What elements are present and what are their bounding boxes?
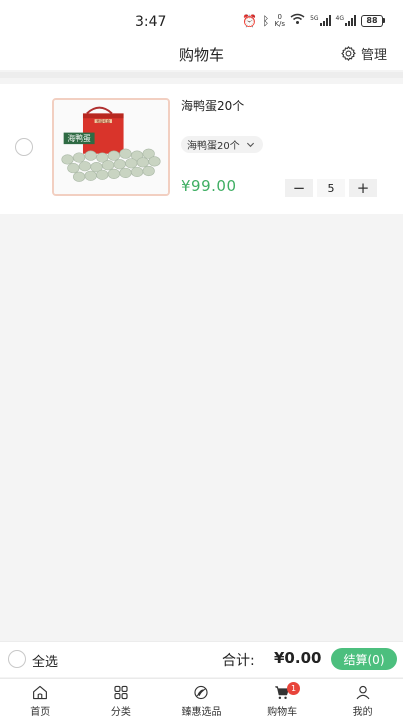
product-image[interactable]: 精品礼盒 海鸭蛋	[52, 98, 170, 196]
home-icon	[33, 685, 48, 700]
gear-icon	[341, 46, 356, 61]
cart-item[interactable]: 精品礼盒 海鸭蛋 海鸭蛋20个 海鸭蛋20个 ¥99.00 − 5 +	[0, 84, 403, 214]
wifi-icon	[290, 13, 305, 28]
item-price: ¥99.00	[181, 177, 237, 195]
battery-icon: 88	[361, 14, 385, 27]
item-checkbox[interactable]	[15, 138, 33, 156]
tab-label: 购物车	[267, 707, 298, 718]
user-icon	[356, 685, 370, 700]
checkout-button[interactable]: 结算(0)	[331, 648, 397, 670]
tab-label: 我的	[352, 707, 373, 718]
image-handle-text: 精品礼盒	[97, 119, 111, 124]
quantity-stepper: − 5 +	[285, 179, 377, 197]
signal-5g-label: 5G	[310, 15, 319, 22]
status-icons: ⏰ ᛒ 0 K/s 5G 4G 88	[242, 13, 385, 28]
tab-selection[interactable]: 臻惠选品	[161, 679, 242, 718]
tab-cart[interactable]: 1 购物车	[242, 679, 323, 718]
quantity-value[interactable]: 5	[317, 179, 345, 197]
network-speed-unit: K/s	[274, 19, 286, 28]
divider	[0, 72, 403, 78]
signal-5g-icon: 5G	[310, 15, 331, 26]
plus-icon: +	[356, 179, 370, 197]
increase-button[interactable]: +	[349, 179, 377, 197]
total-amount: ¥0.00	[274, 649, 322, 667]
image-box-text: 海鸭蛋	[68, 133, 91, 143]
selection-icon	[194, 685, 209, 700]
item-spec-label: 海鸭蛋20个	[187, 141, 240, 152]
tab-label: 分类	[110, 707, 131, 718]
tab-home[interactable]: 首页	[0, 679, 81, 718]
tab-label: 首页	[30, 707, 51, 718]
status-time: 3:47	[135, 14, 167, 30]
total-label: 合计:	[222, 653, 255, 669]
checkout-bar: 全选 合计: ¥0.00 结算(0)	[0, 641, 403, 677]
status-bar: 3:47 ⏰ ᛒ 0 K/s 5G 4G 88	[0, 0, 403, 40]
item-title[interactable]: 海鸭蛋20个	[181, 97, 244, 114]
select-all-checkbox[interactable]	[8, 650, 26, 668]
nav-bar: 购物车 管理	[0, 40, 403, 70]
manage-button[interactable]: 管理	[340, 44, 387, 63]
cart-badge: 1	[287, 682, 301, 695]
signal-4g-label: 4G	[335, 15, 344, 22]
bluetooth-icon: ᛒ	[262, 13, 270, 28]
decrease-button[interactable]: −	[285, 179, 313, 197]
signal-4g-icon: 4G	[336, 15, 356, 26]
tab-profile[interactable]: 我的	[322, 679, 403, 718]
tab-category[interactable]: 分类	[81, 679, 162, 718]
minus-icon: −	[292, 179, 306, 197]
network-speed: 0 K/s	[274, 13, 286, 28]
battery-level: 88	[361, 14, 383, 27]
manage-label: 管理	[360, 48, 387, 63]
alarm-icon: ⏰	[242, 13, 258, 28]
tab-label: 臻惠选品	[181, 707, 222, 718]
chevron-down-icon	[246, 142, 254, 148]
item-spec-selector[interactable]: 海鸭蛋20个	[181, 136, 263, 153]
tab-bar: 首页 分类 臻惠选品 1 购物车 我的	[0, 678, 403, 718]
category-icon	[114, 685, 128, 700]
select-all-label[interactable]: 全选	[32, 651, 58, 670]
